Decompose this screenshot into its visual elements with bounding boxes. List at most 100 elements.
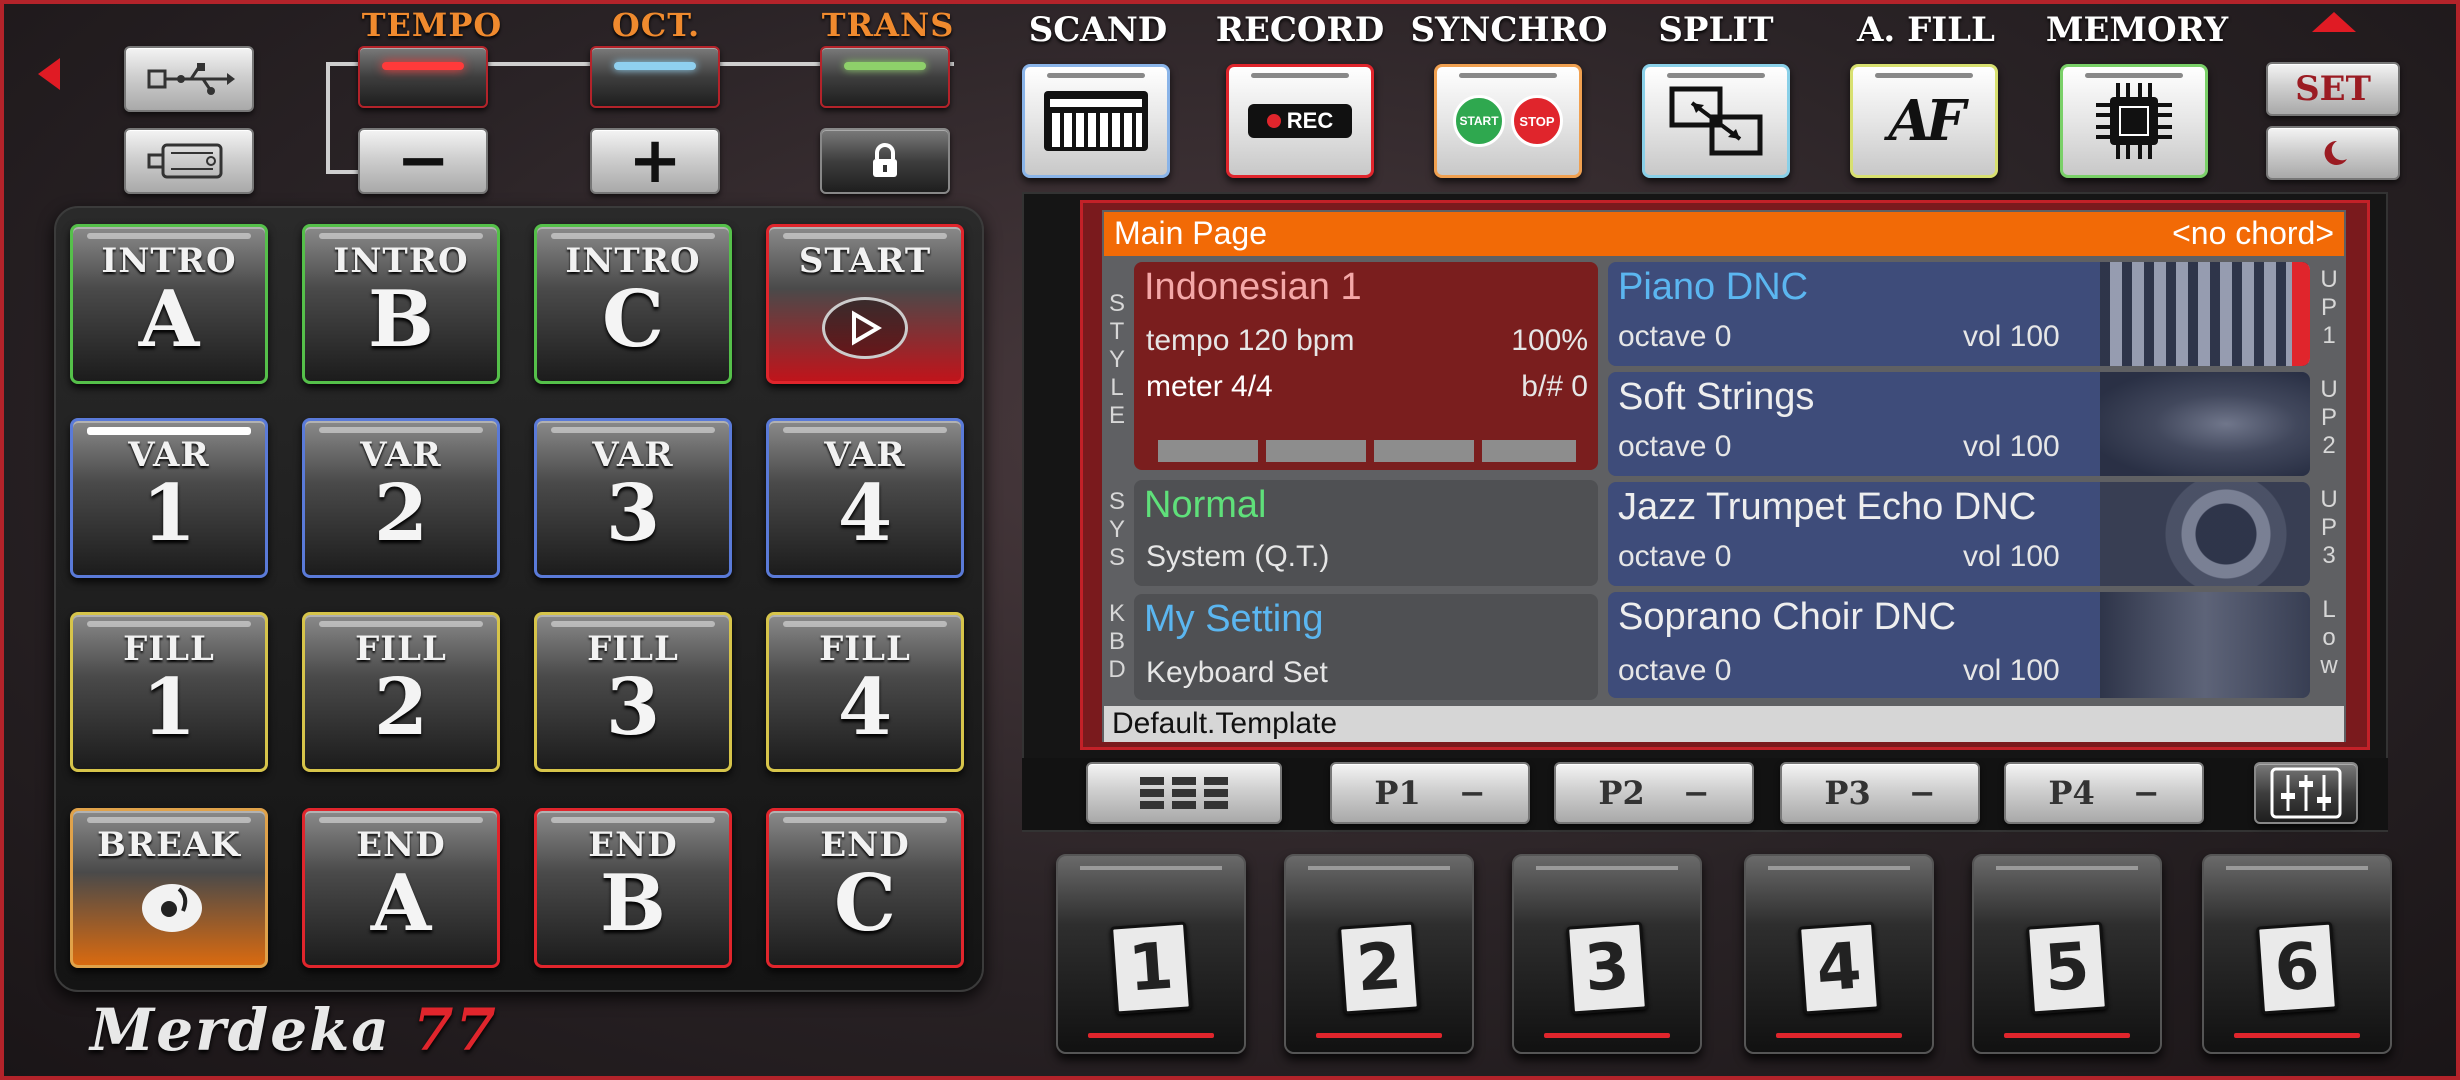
- plus-button[interactable]: +: [590, 128, 720, 194]
- start-pad[interactable]: START: [766, 224, 964, 384]
- fill-1-pad[interactable]: FILL 1: [70, 612, 268, 772]
- memory-label: MEMORY: [2045, 10, 2229, 50]
- low-side-label: Low: [2320, 596, 2338, 679]
- synchro-button[interactable]: START STOP: [1434, 64, 1582, 178]
- lock-button[interactable]: [820, 128, 950, 194]
- style-side-label: STYLE: [1108, 290, 1125, 429]
- merdeka-logo: Merdeka 77: [90, 996, 498, 1064]
- pad-label: START: [798, 241, 932, 281]
- start-icon: START: [1453, 95, 1505, 147]
- voice-volume: vol 100: [1963, 654, 2060, 687]
- memory-number: 3: [1566, 921, 1648, 1015]
- split-label: SPLIT: [1658, 10, 1774, 50]
- page-p4-button[interactable]: P4−: [2004, 762, 2204, 824]
- fill-4-pad[interactable]: FILL 4: [766, 612, 964, 772]
- lock-icon: [873, 143, 897, 177]
- memory-number: 5: [2026, 921, 2108, 1015]
- scand-button[interactable]: [1022, 64, 1170, 178]
- chord-indicator: <no chord>: [2172, 215, 2334, 251]
- split-button[interactable]: [1642, 64, 1790, 178]
- fill-2-pad[interactable]: FILL 2: [302, 612, 500, 772]
- intro-a-pad[interactable]: INTRO A: [70, 224, 268, 384]
- stop-icon: STOP: [1511, 95, 1563, 147]
- memory-pad-3[interactable]: 3: [1512, 854, 1702, 1054]
- pad-value: 3: [605, 468, 661, 559]
- pad-value: C: [601, 274, 665, 365]
- memory-number: 6: [2256, 921, 2338, 1015]
- page-grid-button[interactable]: [1086, 762, 1282, 824]
- end-c-pad[interactable]: END C: [766, 808, 964, 968]
- button-topbar: [1667, 73, 1765, 78]
- system-sub: System (Q.T.): [1146, 540, 1330, 573]
- intro-c-pad[interactable]: INTRO C: [534, 224, 732, 384]
- transpose-button[interactable]: [820, 46, 950, 108]
- page-dash: −: [1682, 774, 1710, 812]
- scroll-up-arrow-icon[interactable]: [2312, 12, 2356, 32]
- pad-label: BREAK: [97, 825, 241, 865]
- style-tempo-percent: 100%: [1511, 324, 1588, 357]
- voice-up3[interactable]: Jazz Trumpet Echo DNC octave 0 vol 100: [1608, 482, 2310, 586]
- memory-pad-6[interactable]: 6: [2202, 854, 2392, 1054]
- memory-pad-4[interactable]: 4: [1744, 854, 1934, 1054]
- rec-indicator: REC: [1248, 104, 1352, 138]
- page-label: P4: [2048, 774, 2095, 812]
- memory-pad-2[interactable]: 2: [1284, 854, 1474, 1054]
- tempo-button[interactable]: [358, 46, 488, 108]
- afill-button[interactable]: AF: [1850, 64, 1998, 178]
- pad-topline: [1768, 866, 1910, 870]
- page-label: P3: [1824, 774, 1871, 812]
- page-p2-button[interactable]: P2−: [1554, 762, 1754, 824]
- pad-redline: [2234, 1033, 2360, 1038]
- var-2-pad[interactable]: VAR 2: [302, 418, 500, 578]
- pad-highlight: [551, 233, 715, 239]
- usb-button[interactable]: [124, 46, 254, 112]
- pad-topline: [1080, 866, 1222, 870]
- var-1-pad[interactable]: VAR 1: [70, 418, 268, 578]
- var-3-pad[interactable]: VAR 3: [534, 418, 732, 578]
- voice-low[interactable]: Soprano Choir DNC octave 0 vol 100: [1608, 592, 2310, 698]
- pad-highlight: [87, 817, 251, 823]
- button-topbar: [1047, 73, 1145, 78]
- theme-button[interactable]: [2266, 126, 2400, 180]
- page-title: Main Page: [1114, 215, 1267, 251]
- minus-button[interactable]: −: [358, 128, 488, 194]
- break-pad[interactable]: BREAK: [70, 808, 268, 968]
- usb-icon: [147, 63, 235, 95]
- set-button[interactable]: SET: [2266, 62, 2400, 116]
- style-panel[interactable]: Indonesian 1 tempo 120 bpm 100% meter 4/…: [1134, 262, 1598, 470]
- button-topbar: [1251, 73, 1349, 78]
- drive-button[interactable]: [124, 128, 254, 194]
- voice-up1[interactable]: Piano DNC octave 0 vol 100: [1608, 262, 2310, 366]
- fill-3-pad[interactable]: FILL 3: [534, 612, 732, 772]
- voice-octave: octave 0: [1618, 430, 1732, 463]
- pad-highlight-active: [87, 427, 251, 435]
- memory-button[interactable]: [2060, 64, 2208, 178]
- pad-value: 4: [837, 468, 893, 559]
- intro-b-pad[interactable]: INTRO B: [302, 224, 500, 384]
- keyboard-set-panel[interactable]: My Setting Keyboard Set: [1134, 594, 1598, 700]
- page-p3-button[interactable]: P3−: [1780, 762, 1980, 824]
- display-header: Main Page <no chord>: [1104, 212, 2344, 256]
- pad-highlight: [783, 427, 947, 433]
- page-p1-button[interactable]: P1−: [1330, 762, 1530, 824]
- end-b-pad[interactable]: END B: [534, 808, 732, 968]
- octave-button[interactable]: [590, 46, 720, 108]
- keyboard-set-name: My Setting: [1144, 598, 1324, 640]
- style-tempo: tempo 120 bpm: [1146, 324, 1355, 357]
- system-panel[interactable]: Normal System (Q.T.): [1134, 480, 1598, 586]
- voice-up2[interactable]: Soft Strings octave 0 vol 100: [1608, 372, 2310, 476]
- record-button[interactable]: REC: [1226, 64, 1374, 178]
- voice-octave: octave 0: [1618, 654, 1732, 687]
- var-4-pad[interactable]: VAR 4: [766, 418, 964, 578]
- template-name: Default.Template: [1104, 706, 2344, 742]
- afill-label: A. FILL: [1857, 10, 1995, 50]
- end-a-pad[interactable]: END A: [302, 808, 500, 968]
- style-meter: meter 4/4: [1146, 370, 1273, 403]
- back-arrow-icon[interactable]: [38, 58, 60, 90]
- choir-image: [2100, 592, 2310, 698]
- mixer-button[interactable]: [2254, 762, 2358, 824]
- memory-pad-5[interactable]: 5: [1972, 854, 2162, 1054]
- memory-number: 2: [1338, 921, 1420, 1015]
- page-label: P2: [1598, 774, 1645, 812]
- memory-pad-1[interactable]: 1: [1056, 854, 1246, 1054]
